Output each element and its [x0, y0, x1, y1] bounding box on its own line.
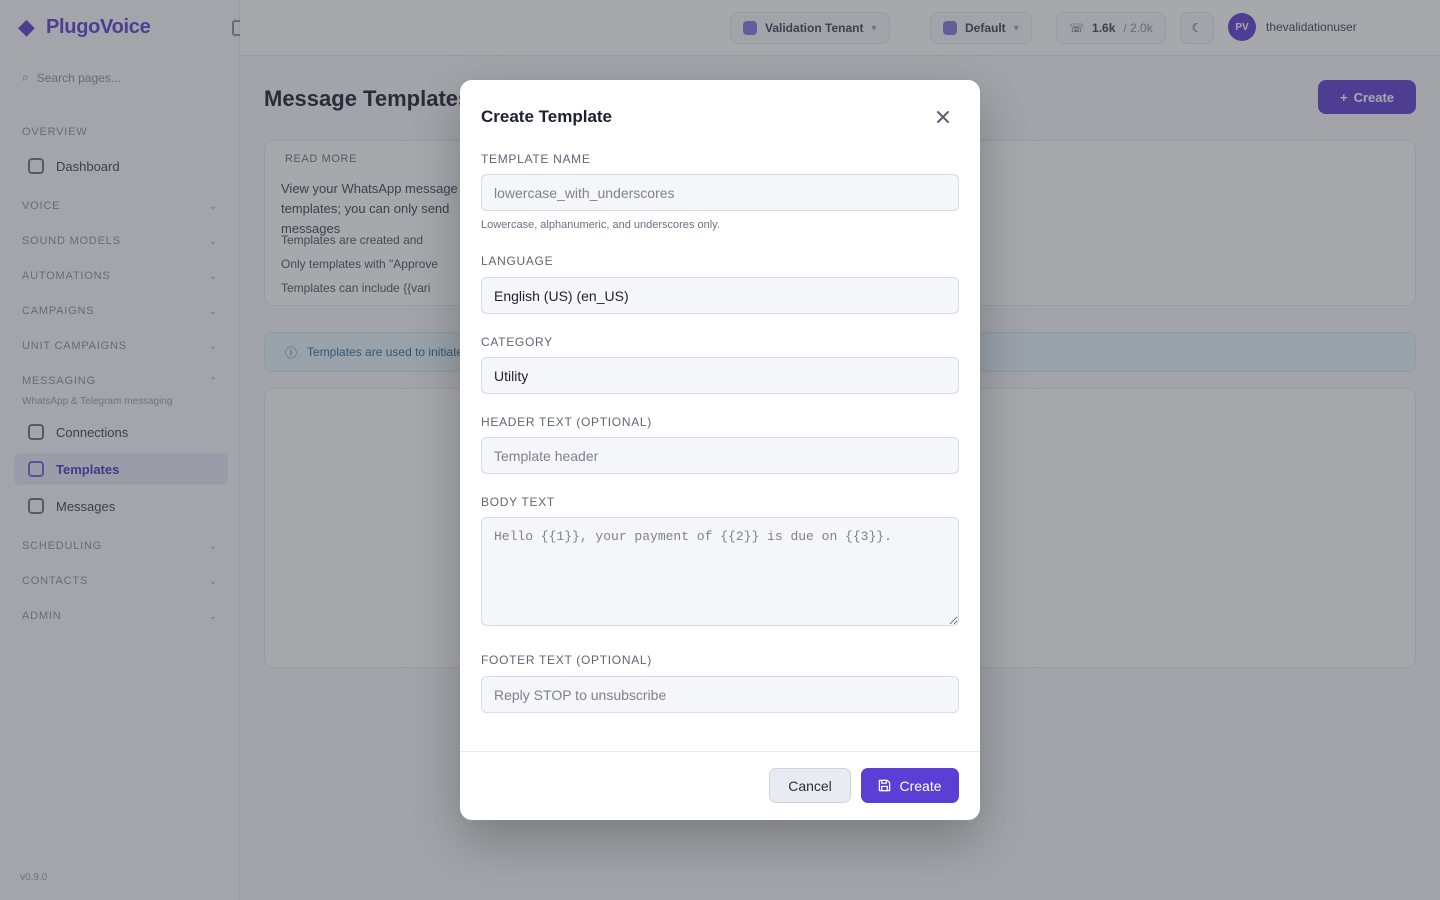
close-icon: [937, 111, 949, 123]
body-text-input[interactable]: [481, 517, 959, 626]
header-text-input[interactable]: [481, 437, 959, 474]
create-button[interactable]: Create: [861, 768, 959, 803]
dialog-title: Create Template: [481, 107, 613, 126]
create-template-dialog: Create Template Template Name Lowercase,…: [460, 80, 980, 820]
category-select[interactable]: Utility: [481, 357, 959, 394]
header-text-label: Header Text (Optional): [481, 415, 652, 429]
template-name-label: Template Name: [481, 152, 591, 166]
save-icon: [879, 779, 891, 792]
template-name-input[interactable]: [481, 174, 959, 211]
language-label: Language: [481, 254, 554, 268]
category-label: Category: [481, 335, 553, 349]
template-name-hint: Lowercase, alphanumeric, and underscores…: [481, 219, 720, 231]
footer-text-input[interactable]: [481, 676, 959, 713]
cancel-button[interactable]: Cancel: [769, 768, 851, 803]
close-button[interactable]: [930, 104, 956, 130]
language-select[interactable]: English (US) (en_US): [481, 277, 959, 314]
body-text-label: Body Text: [481, 495, 555, 509]
dialog-footer-divider: [460, 751, 980, 752]
footer-text-label: Footer Text (Optional): [481, 653, 652, 667]
create-button-label: Create: [899, 777, 942, 794]
